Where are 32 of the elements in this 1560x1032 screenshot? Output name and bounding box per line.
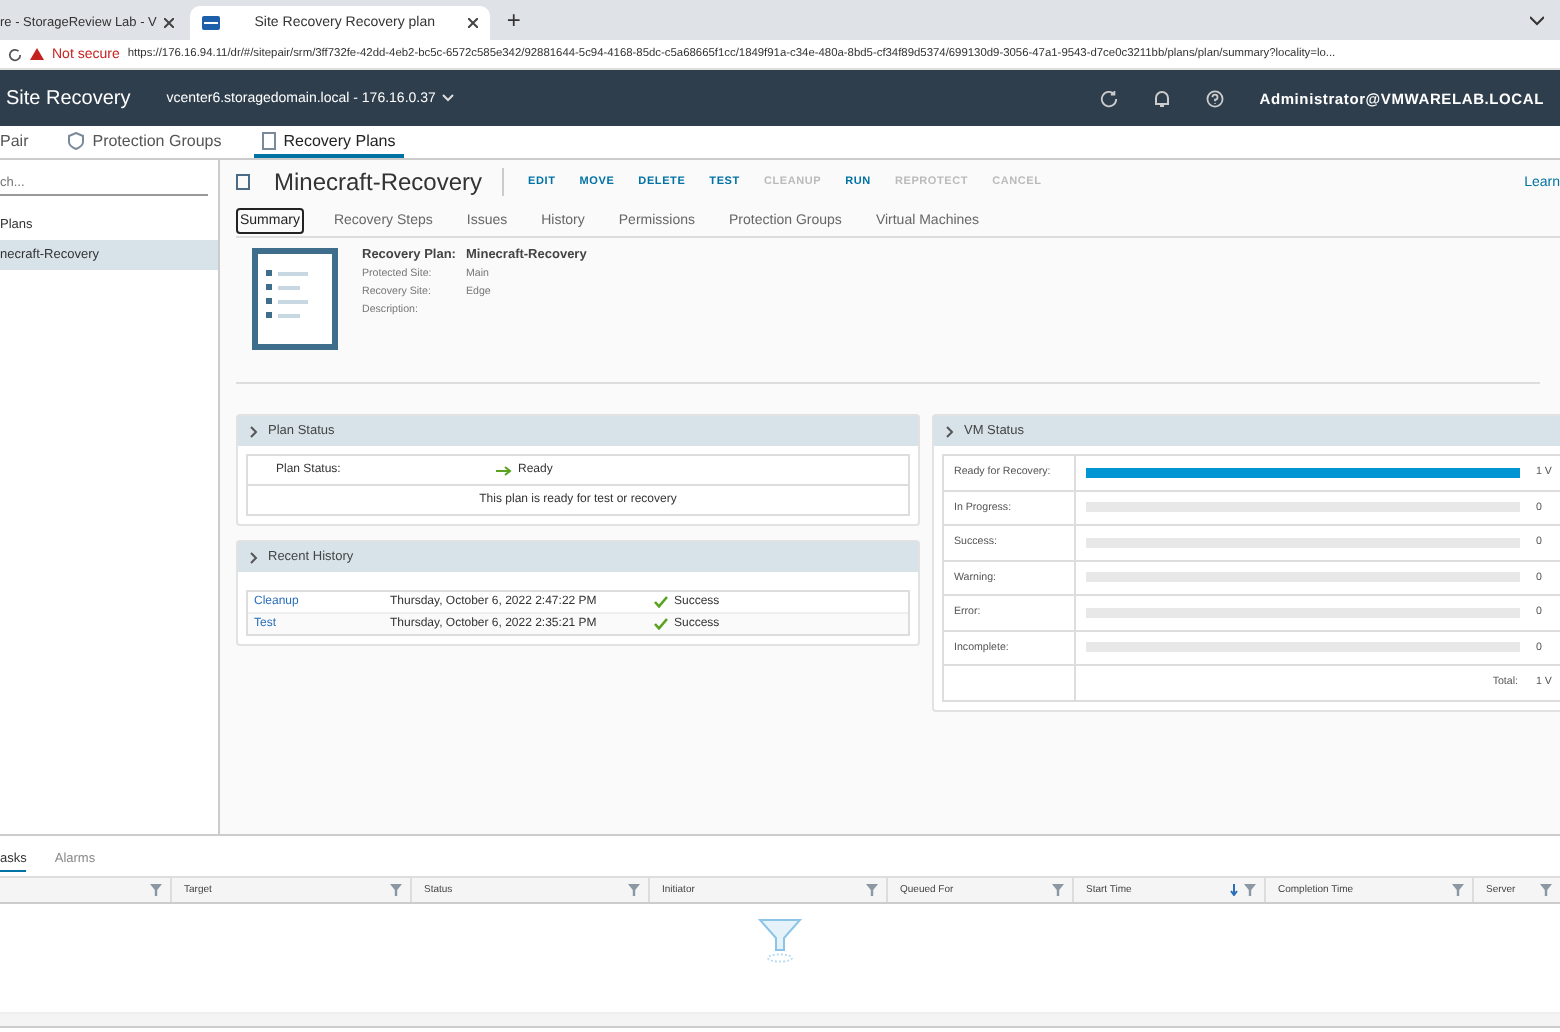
filter-icon[interactable] — [866, 884, 878, 896]
bell-icon[interactable] — [1153, 89, 1170, 107]
help-icon[interactable] — [1205, 89, 1224, 107]
filter-icon[interactable] — [390, 884, 402, 896]
filter-icon[interactable] — [1540, 884, 1552, 896]
chevron-icon[interactable] — [250, 425, 258, 437]
arrow-icon — [496, 465, 512, 475]
refresh-icon[interactable] — [1099, 89, 1118, 107]
reload-icon[interactable] — [8, 47, 22, 61]
filter-icon[interactable] — [1052, 884, 1064, 896]
filter-icon[interactable] — [1452, 884, 1464, 896]
nav-tab[interactable]: Protection Groups — [60, 126, 230, 158]
sort-arrow-icon[interactable] — [1230, 884, 1238, 896]
chevron-icon[interactable] — [250, 551, 258, 563]
filter-icon[interactable] — [1244, 884, 1256, 896]
chevron-icon[interactable] — [946, 425, 954, 437]
shield-icon — [68, 131, 85, 149]
filter-icon[interactable] — [628, 884, 640, 896]
new-tab-button[interactable]: + — [506, 6, 521, 34]
nav-tab[interactable]: Pair — [0, 126, 37, 158]
page-icon — [202, 16, 221, 30]
close-icon[interactable] — [468, 18, 479, 28]
warning-icon — [30, 48, 44, 60]
app-title: Site Recovery — [6, 87, 131, 109]
plan-title: Minecraft-Recovery — [274, 168, 505, 196]
document-drawing — [252, 248, 338, 350]
document-icon — [261, 131, 276, 149]
filter-icon[interactable] — [150, 884, 162, 896]
empty-filter-drawing — [758, 916, 802, 964]
chevron-icon[interactable] — [1530, 15, 1544, 25]
document-icon — [236, 174, 250, 190]
close-icon[interactable] — [164, 18, 175, 28]
